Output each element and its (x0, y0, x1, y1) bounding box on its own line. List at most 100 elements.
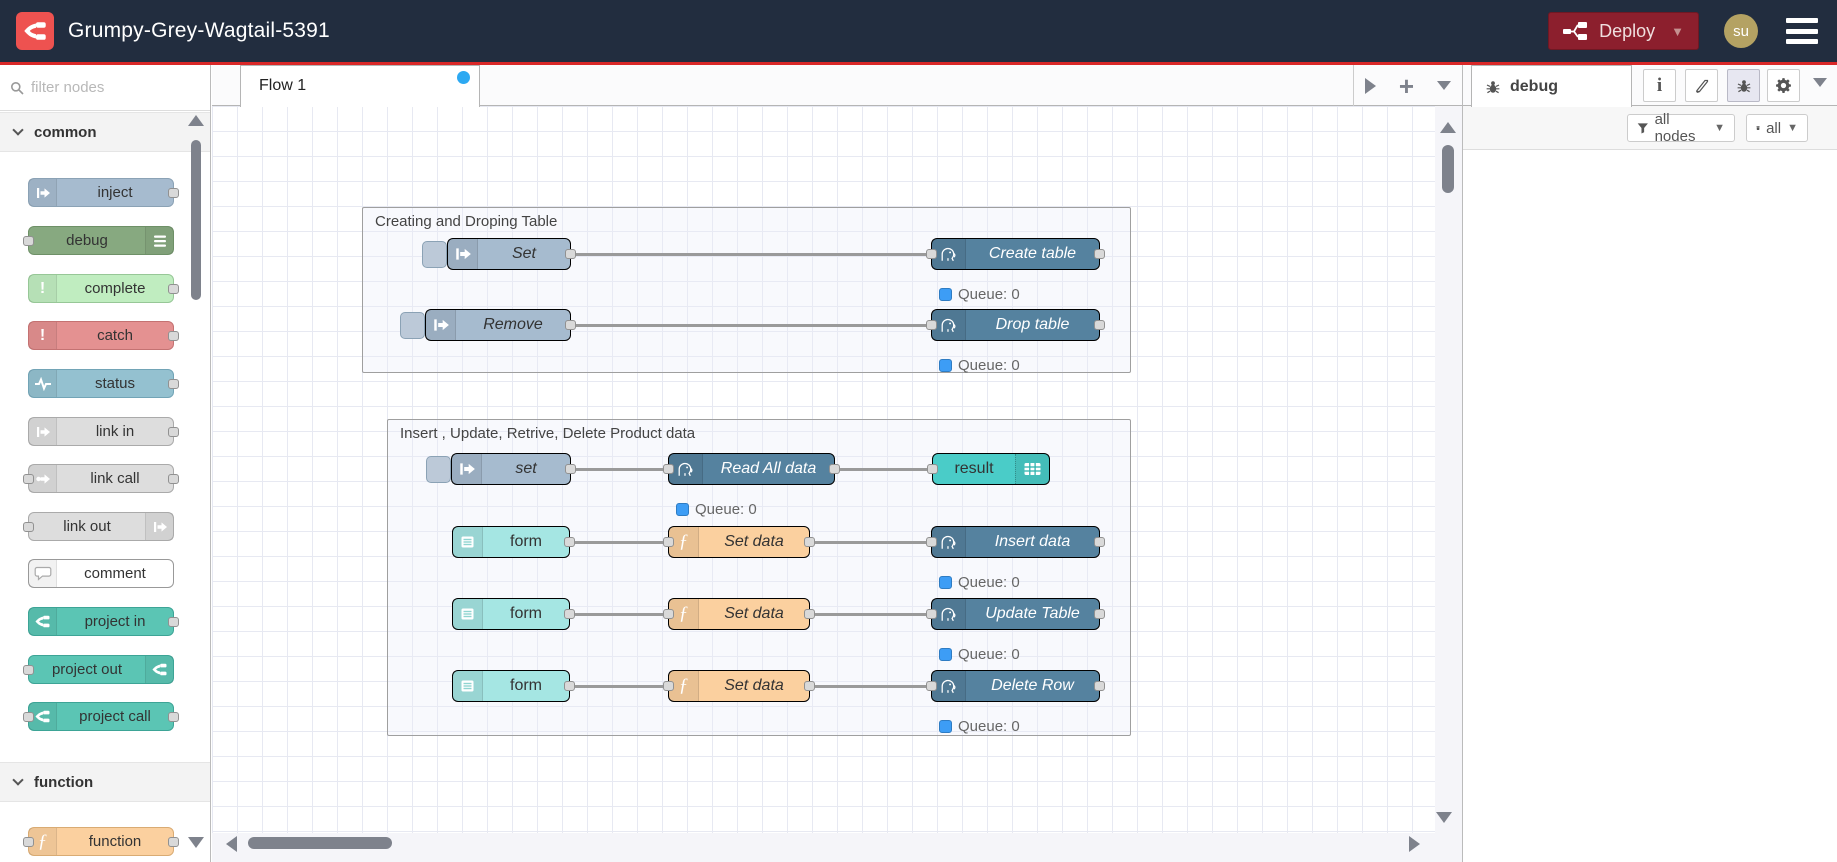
canvas-vertical-scrollbar-thumb[interactable] (1442, 145, 1454, 193)
wire[interactable] (571, 324, 931, 327)
debug-filter-button[interactable]: all nodes ▼ (1627, 111, 1735, 145)
inject-trigger-button[interactable] (426, 456, 451, 483)
output-port[interactable] (829, 464, 840, 474)
canvas-scroll-up-arrow[interactable] (1440, 122, 1456, 133)
help-sidebar-button[interactable] (1685, 69, 1718, 102)
output-port[interactable] (804, 681, 815, 691)
wire[interactable] (571, 468, 668, 471)
debug-sidebar-button[interactable] (1727, 69, 1760, 102)
output-port[interactable] (1094, 320, 1105, 330)
output-port[interactable] (565, 249, 576, 259)
wire[interactable] (574, 541, 668, 544)
output-port[interactable] (565, 320, 576, 330)
flow-node-delete-row[interactable]: Delete Row (926, 670, 1105, 702)
output-port[interactable] (564, 609, 575, 619)
palette-node-link-call[interactable]: link call (23, 464, 179, 493)
input-port[interactable] (927, 464, 938, 474)
canvas-scroll-down-arrow[interactable] (1436, 812, 1452, 823)
debug-clear-button[interactable]: all ▼ (1746, 114, 1808, 142)
output-port[interactable] (804, 609, 815, 619)
flow-node-set-data-3[interactable]: ƒ Set data (663, 670, 815, 702)
palette-scroll-down-arrow[interactable] (188, 837, 204, 848)
flow-node-drop-table[interactable]: Drop table (926, 309, 1105, 341)
deploy-button[interactable]: Deploy ▼ (1548, 12, 1699, 50)
flow-node-inject-remove[interactable]: Remove (400, 309, 576, 341)
palette-node-project-out[interactable]: project out (23, 655, 174, 684)
flow-node-inject-set-lower[interactable]: set (426, 453, 576, 485)
palette-scrollbar-thumb[interactable] (191, 140, 201, 300)
palette-node-debug[interactable]: debug (23, 226, 174, 255)
flow-node-form-2[interactable]: form (452, 598, 575, 630)
palette-node-complete[interactable]: ! complete (28, 274, 179, 303)
inject-trigger-button[interactable] (422, 241, 447, 268)
wire[interactable] (571, 253, 931, 256)
flow-node-insert-data[interactable]: Insert data (926, 526, 1105, 558)
palette-node-project-call[interactable]: project call (23, 702, 179, 731)
deploy-options-caret[interactable]: ▼ (1671, 24, 1684, 39)
flow-node-update-table[interactable]: Update Table (926, 598, 1105, 630)
input-port[interactable] (926, 537, 937, 547)
tab-scroll-right-button[interactable] (1365, 77, 1377, 94)
canvas-horizontal-scrollbar-thumb[interactable] (248, 837, 392, 849)
flow-node-set-data-1[interactable]: ƒ Set data (663, 526, 815, 558)
node-label: complete (84, 280, 146, 297)
tab-debug[interactable]: debug (1471, 65, 1632, 107)
palette-category-function[interactable]: function (0, 762, 210, 802)
wire[interactable] (574, 613, 668, 616)
main-menu-button[interactable] (1786, 18, 1818, 44)
input-port[interactable] (926, 249, 937, 259)
palette-search-input[interactable] (31, 79, 181, 96)
palette-node-project-in[interactable]: project in (28, 607, 179, 636)
workspace-tab-bar: Flow 1 + (212, 65, 1462, 107)
palette-scroll-up-arrow[interactable] (188, 115, 204, 126)
input-port[interactable] (663, 537, 674, 547)
flow-list-dropdown-button[interactable] (1436, 81, 1451, 90)
flow-node-result-debug[interactable]: result (927, 453, 1050, 485)
input-port[interactable] (663, 681, 674, 691)
wire[interactable] (574, 685, 668, 688)
output-port[interactable] (564, 537, 575, 547)
input-port[interactable] (926, 681, 937, 691)
add-flow-button[interactable]: + (1399, 73, 1414, 99)
flow-node-read-all-data[interactable]: Read All data (663, 453, 840, 485)
output-port[interactable] (1094, 609, 1105, 619)
wire[interactable] (814, 613, 931, 616)
input-port[interactable] (926, 320, 937, 330)
inject-icon (29, 179, 57, 206)
info-sidebar-button[interactable]: i (1643, 69, 1676, 102)
canvas-scroll-right-arrow[interactable] (1409, 836, 1420, 852)
palette-node-link-out[interactable]: link out (23, 512, 174, 541)
flow-node-form-1[interactable]: form (452, 526, 575, 558)
palette-node-inject[interactable]: inject (28, 178, 179, 207)
wire[interactable] (814, 541, 931, 544)
output-port[interactable] (1094, 537, 1105, 547)
output-port[interactable] (1094, 249, 1105, 259)
sidebar-options-caret[interactable] (1813, 78, 1827, 87)
palette-node-status[interactable]: status (28, 369, 179, 398)
flow-node-create-table[interactable]: Create table (926, 238, 1105, 270)
project-link-icon (145, 656, 173, 683)
input-port[interactable] (663, 609, 674, 619)
tab-flow-1[interactable]: Flow 1 (240, 65, 480, 107)
palette-node-link-in[interactable]: link in (28, 417, 179, 446)
input-port[interactable] (926, 609, 937, 619)
flow-node-inject-set[interactable]: Set (422, 238, 576, 270)
output-port[interactable] (565, 464, 576, 474)
palette-category-common[interactable]: common (0, 112, 210, 152)
wire[interactable] (839, 468, 932, 471)
output-port[interactable] (564, 681, 575, 691)
inject-trigger-button[interactable] (400, 312, 425, 339)
input-port[interactable] (663, 464, 674, 474)
output-port[interactable] (804, 537, 815, 547)
canvas-scroll-left-arrow[interactable] (226, 836, 237, 852)
palette-node-catch[interactable]: ! catch (28, 321, 179, 350)
palette-node-function[interactable]: ƒ function (23, 827, 179, 856)
palette-node-comment[interactable]: comment (28, 559, 174, 588)
flow-node-set-data-2[interactable]: ƒ Set data (663, 598, 815, 630)
user-avatar[interactable]: su (1724, 14, 1758, 48)
flow-node-form-3[interactable]: form (452, 670, 575, 702)
flow-canvas[interactable]: Creating and Droping Table Insert , Upda… (212, 106, 1462, 862)
wire[interactable] (814, 685, 931, 688)
config-nodes-sidebar-button[interactable] (1767, 69, 1800, 102)
output-port[interactable] (1094, 681, 1105, 691)
